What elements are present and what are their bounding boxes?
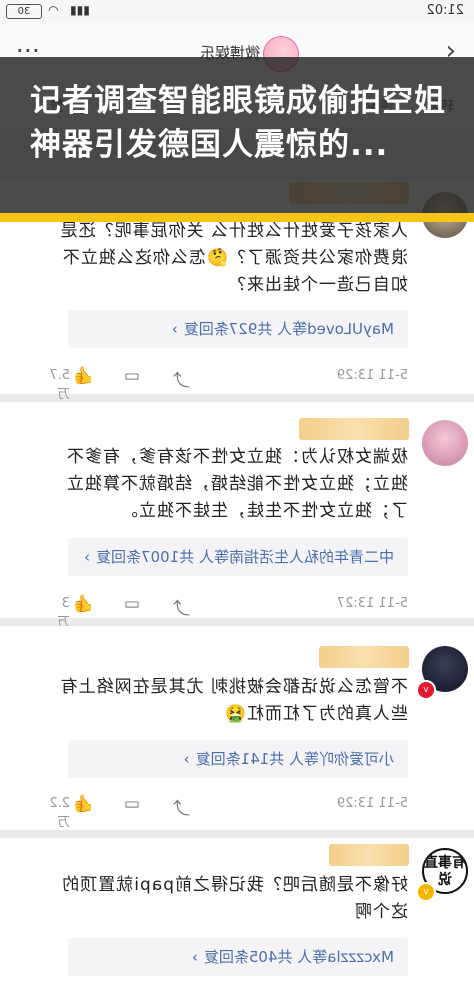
comment-text: 人家孩子爱姓什么姓什么 关你屁事呢？还是浪费你家公共资源了？🤔怎么你这么独立不如…	[59, 221, 408, 295]
wifi-icon: ◠	[48, 3, 59, 17]
like-count: 2.2万	[49, 796, 70, 830]
battery-icon: 30	[6, 4, 42, 19]
comment-time: 5-11 13:29	[336, 368, 408, 383]
verified-badge-icon: v	[416, 680, 436, 700]
chevron-right-icon: ›	[191, 948, 198, 966]
comment-icon[interactable]: ▭	[124, 366, 140, 386]
comment-meta: 5-11 13:29 ⤴ ▭ 👍 5.7万	[49, 366, 408, 402]
thumbs-up-icon[interactable]: 👍	[73, 794, 94, 814]
reply-summary-text: 中二青年的私人生活指南等人 共1007条回复	[96, 548, 394, 566]
reply-summary-text: 小可爱你吖等人 共141条回复	[195, 750, 394, 768]
comment-icon[interactable]: ▭	[124, 594, 140, 614]
reply-summary-text: Mxczzzla等人 共405条回复	[203, 948, 394, 966]
chevron-right-icon: ›	[183, 750, 190, 768]
comment-time: 5-11 13:29	[336, 796, 408, 811]
share-icon[interactable]: ⤴	[173, 594, 190, 619]
thumbs-up-icon[interactable]: 👍	[73, 366, 94, 386]
reply-summary-link[interactable]: MayULoved等人 共927条回复 ›	[68, 310, 408, 348]
comment-time: 5-11 13:27	[336, 596, 408, 611]
commenter-name-blurred[interactable]	[329, 844, 409, 866]
commenter-name-blurred[interactable]	[319, 646, 409, 668]
reply-summary-text: MayULoved等人 共927条回复	[183, 320, 394, 338]
signal-icon: ▮▮▮	[70, 3, 90, 17]
reply-summary-link[interactable]: 小可爱你吖等人 共141条回复 ›	[68, 740, 408, 778]
status-bar: 21:02 ▮▮▮ ◠ 30	[0, 0, 474, 22]
commenter-name-blurred[interactable]	[299, 418, 409, 440]
share-icon[interactable]: ⤴	[173, 794, 190, 819]
comment-text: 好像不是随后吧？我记得之前papi就置顶的这个啊	[61, 875, 408, 922]
headline-accent-bar	[0, 213, 474, 222]
reply-summary-link[interactable]: Mxczzzla等人 共405条回复 ›	[68, 938, 408, 976]
comment-meta: 5-11 13:29 ⤴ ▭ 👍 2.2万	[49, 794, 408, 830]
reply-summary-link[interactable]: 中二青年的私人生活指南等人 共1007条回复 ›	[68, 538, 408, 576]
commenter-avatar[interactable]	[422, 420, 468, 466]
comment-meta: 5-11 13:27 ⤴ ▭ 👍 3万	[57, 594, 408, 630]
verified-badge-icon: v	[416, 882, 436, 902]
headline-title: 记者调查智能眼镜成偷拍空姐神器引发德国人震惊的...	[30, 83, 446, 163]
comment-item: 有事直说 v 好像不是随后吧？我记得之前papi就置顶的这个啊 Mxczzzla…	[0, 838, 474, 1000]
thumbs-up-icon[interactable]: 👍	[73, 594, 94, 614]
like-count: 5.7万	[49, 368, 70, 402]
headline-overlay: 记者调查智能眼镜成偷拍空姐神器引发德国人震惊的...	[0, 57, 474, 213]
comment-item: v 不管怎么说话都会被挑刺 尤其是在网络上有些人真的为了杠而杠🤮 小可爱你吖等人…	[0, 626, 474, 838]
like-count: 3万	[56, 596, 70, 630]
comment-text: 不管怎么说话都会被挑刺 尤其是在网络上有些人真的为了杠而杠🤮	[59, 677, 408, 724]
status-time: 21:02	[426, 3, 464, 18]
chevron-right-icon: ›	[84, 548, 91, 566]
comment-item: 极端女权认为：独立女性不该有爹，有爹不独立；独立女性不能结婚，结婚就不算独立了；…	[0, 402, 474, 630]
comment-text: 极端女权认为：独立女性不该有爹，有爹不独立；独立女性不能结婚，结婚就不算独立了；…	[66, 447, 408, 521]
share-icon[interactable]: ⤴	[173, 366, 190, 391]
chevron-right-icon: ›	[171, 320, 178, 338]
comment-icon[interactable]: ▭	[124, 794, 140, 814]
